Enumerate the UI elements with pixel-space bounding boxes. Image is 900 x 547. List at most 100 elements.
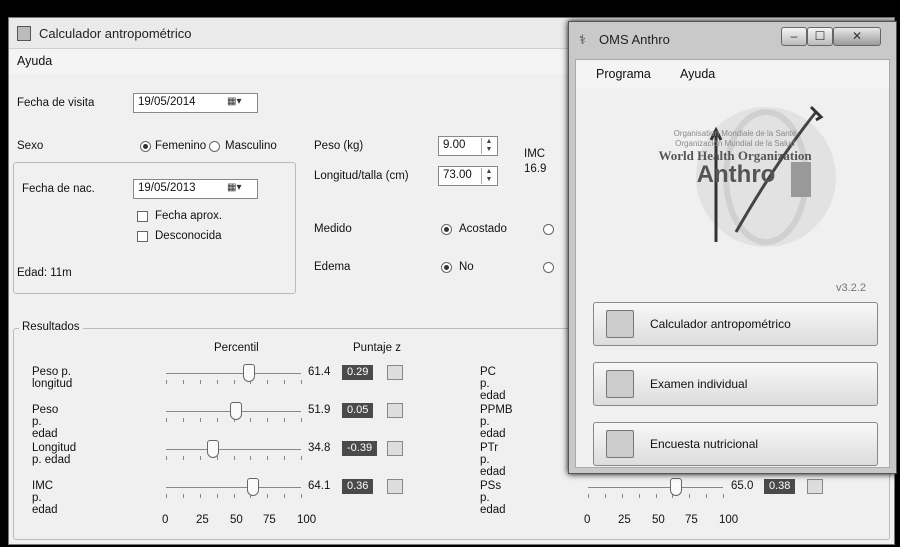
slider-tick (622, 494, 623, 498)
approx-date-checkbox[interactable] (137, 211, 148, 222)
slider-tick (284, 418, 285, 422)
popup-body: Organisation Mondiale de la Santé Organi… (575, 88, 890, 468)
result-label: PTr p. edad (480, 442, 506, 478)
scale-label: 75 (263, 514, 276, 526)
menu-ayuda-popup[interactable]: Ayuda (680, 67, 715, 81)
radio-edema-si[interactable] (543, 262, 554, 273)
growth-chart-icon[interactable] (807, 479, 823, 494)
slider-tick (267, 494, 268, 498)
slider-tick (605, 494, 606, 498)
visit-date-value: 19/05/2014 (138, 96, 196, 108)
scale-label: 0 (162, 514, 169, 526)
maximize-button[interactable]: ☐ (807, 27, 833, 46)
birth-date-value: 19/05/2013 (138, 182, 196, 194)
percentile-slider-track (166, 373, 301, 374)
slider-tick (301, 494, 302, 498)
visit-date-label: Fecha de visita (17, 97, 95, 109)
percentile-slider-thumb[interactable] (243, 364, 255, 382)
slider-tick (689, 494, 690, 498)
zscore-value: -0.39 (342, 441, 378, 456)
slider-tick (639, 494, 640, 498)
slider-tick (200, 418, 201, 422)
slider-tick (301, 456, 302, 460)
measured-label: Medido (314, 223, 352, 235)
growth-chart-icon[interactable] (387, 365, 403, 380)
version-label: v3.2.2 (836, 282, 866, 294)
weight-stepper[interactable]: ▲ ▼ (481, 138, 496, 154)
close-button[interactable]: ✕ (833, 27, 881, 46)
bmi-value: 16.9 (524, 163, 547, 175)
slider-tick (706, 494, 707, 498)
growth-chart-icon[interactable] (387, 403, 403, 418)
age-text: Edad: 11m (17, 267, 72, 279)
calculator-button[interactable]: Calculador antropométrico (593, 302, 878, 346)
slider-tick (284, 456, 285, 460)
length-stepper[interactable]: ▲ ▼ (481, 168, 496, 184)
nutrition-survey-button-label: Encuesta nutricional (650, 437, 759, 451)
child-record-icon (606, 370, 634, 398)
slider-tick (284, 380, 285, 384)
bmi-label: IMC (524, 148, 546, 160)
minimize-button[interactable]: ‒ (781, 27, 807, 46)
slider-tick (166, 456, 167, 460)
logo-line2: Organización Mundial de la Salud (675, 139, 795, 148)
radio-masculino[interactable] (209, 141, 220, 152)
radio-edema-no[interactable] (441, 262, 452, 273)
growth-chart-icon[interactable] (387, 479, 403, 494)
unknown-checkbox[interactable] (137, 231, 148, 242)
oms-anthro-window: ⚕ OMS Anthro ‒ ☐ ✕ Programa Ayuda Organi… (568, 21, 897, 474)
percentile-slider-track (166, 449, 301, 450)
slider-tick (267, 456, 268, 460)
scale-label: 50 (230, 514, 243, 526)
scale-label: 100 (719, 514, 739, 526)
anthro-app-icon: ⚕ (579, 32, 587, 47)
calendar-dropdown-icon[interactable]: ▦▾ (227, 182, 253, 196)
individual-exam-button-label: Examen individual (650, 377, 748, 391)
visit-date-picker[interactable]: 19/05/2014 ▦▾ (133, 93, 258, 113)
result-label: Longitud p. edad (32, 442, 77, 466)
individual-exam-button[interactable]: Examen individual (593, 362, 878, 406)
percentile-slider-track (166, 487, 301, 488)
result-label: Peso p. edad (32, 404, 59, 440)
length-label: Longitud/talla (cm) (314, 170, 409, 182)
window-title: Calculador antropométrico (39, 26, 192, 41)
percentile-slider-thumb[interactable] (207, 440, 219, 458)
nutrition-survey-button[interactable]: Encuesta nutricional (593, 422, 878, 466)
calculator-icon (606, 310, 634, 338)
radio-femenino[interactable] (140, 141, 151, 152)
pie-chart-icon (606, 430, 634, 458)
slider-tick (250, 456, 251, 460)
zscore-value: 0.29 (342, 365, 374, 380)
radio-masculino-label: Masculino (225, 140, 277, 152)
weight-input[interactable]: 9.00 ▲ ▼ (438, 136, 498, 156)
weight-label: Peso (kg) (314, 140, 364, 152)
percentile-slider-thumb[interactable] (247, 478, 259, 496)
birth-date-label: Fecha de nac. (22, 183, 95, 195)
logo-line1: Organisation Mondiale de la Santé (673, 129, 797, 138)
calendar-dropdown-icon[interactable]: ▦▾ (227, 96, 253, 110)
percentile-slider-thumb[interactable] (670, 478, 682, 496)
slider-tick (166, 418, 167, 422)
menu-ayuda[interactable]: Ayuda (17, 54, 52, 68)
edema-label: Edema (314, 261, 351, 273)
slider-tick (183, 418, 184, 422)
slider-tick (656, 494, 657, 498)
scale-label: 50 (652, 514, 665, 526)
length-input[interactable]: 73.00 ▲ ▼ (438, 166, 498, 186)
scale-label: 0 (584, 514, 591, 526)
percentile-slider-thumb[interactable] (230, 402, 242, 420)
radio-acostado-label: Acostado (459, 223, 507, 235)
growth-chart-icon[interactable] (387, 441, 403, 456)
menu-programa[interactable]: Programa (596, 67, 651, 81)
zscore-value: 0.38 (764, 479, 796, 494)
scale-label: 100 (297, 514, 317, 526)
slider-tick (234, 456, 235, 460)
result-label: PC p. edad (480, 366, 506, 402)
birth-date-picker[interactable]: 19/05/2013 ▦▾ (133, 179, 258, 199)
radio-acostado[interactable] (441, 224, 452, 235)
result-label: IMC p. edad (32, 480, 58, 516)
radio-femenino-label: Femenino (155, 140, 207, 152)
app-icon (17, 26, 31, 41)
close-icon: ✕ (851, 29, 863, 43)
radio-de-pie[interactable] (543, 224, 554, 235)
